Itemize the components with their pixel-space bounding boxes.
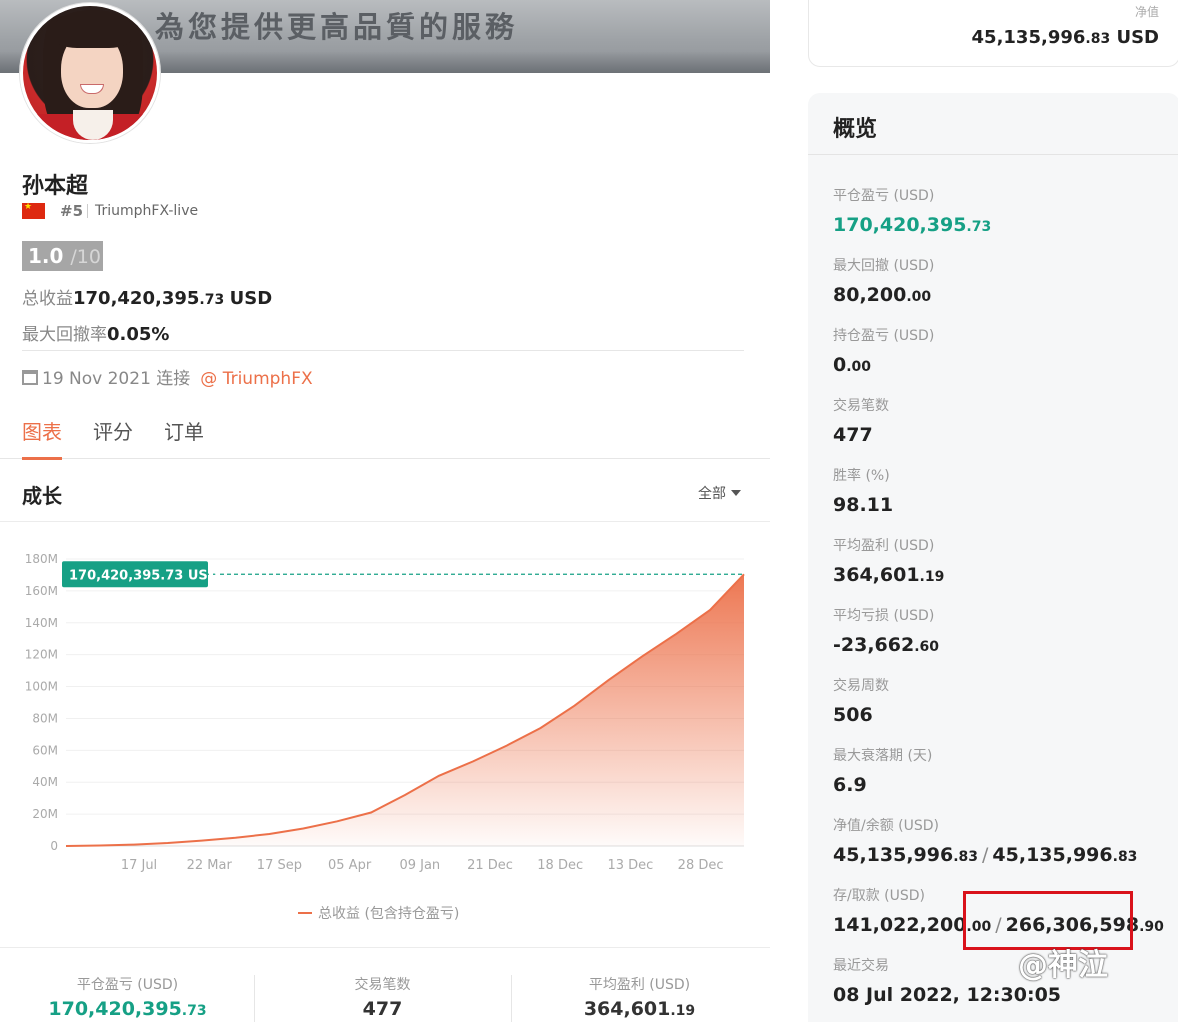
summary-closed-pnl: 平仓盈亏 (USD) 170,420,395.73 — [0, 974, 255, 1020]
x-tick-label: 28 Dec — [678, 858, 724, 873]
tooltip-value: 170,420,395.73 USD — [69, 568, 219, 583]
growth-chart: 0 20M 40M 60M 80M 100M 120M 140M 160M 180M 17 Jul… — [25, 552, 745, 873]
y-tick-label: 20M — [32, 807, 58, 821]
summary-label: 平仓盈亏 (USD) — [76, 977, 179, 993]
rating-badge: 1.0 /10 — [22, 241, 103, 271]
x-tick-label: 18 Dec — [537, 858, 583, 873]
profile-tabs: 图表 评分 订单 — [0, 410, 770, 460]
overview-max-decline-days: 最大衰落期 (天) 6.9 — [833, 748, 933, 796]
rating-max: /10 — [70, 246, 101, 268]
overview-avg-profit: 平均盈利 (USD) 364,601.19 — [833, 538, 945, 586]
max-drawdown-value: 0.05% — [107, 324, 170, 345]
chart-legend[interactable]: 总收益 (包含持仓盈亏) — [298, 903, 459, 923]
divider — [0, 521, 770, 522]
tab-orders[interactable]: 订单 — [164, 416, 204, 457]
y-tick-label: 0 — [50, 839, 58, 853]
y-tick-label: 100M — [25, 680, 58, 694]
x-tick-label: 13 Dec — [607, 858, 653, 873]
max-drawdown-label: 最大回撤率 — [22, 325, 107, 345]
summary-avg-profit: 平均盈利 (USD) 364,601.19 — [512, 974, 767, 1020]
tab-rating[interactable]: 评分 — [93, 416, 133, 457]
overview-closed-pnl: 平仓盈亏 (USD) 170,420,395.73 — [833, 188, 992, 236]
overview-equity-balance: 净值/余额 (USD) 45,135,996.83/45,135,996.83 — [833, 818, 1138, 866]
china-flag-icon: ★ — [22, 202, 45, 219]
x-tick-label: 05 Apr — [328, 858, 372, 873]
equity-card: 净值 45,135,996.83 USD — [808, 0, 1178, 67]
current-value-tooltip: 170,420,395.73 USD — [62, 561, 219, 588]
trader-rank: #5 — [60, 202, 84, 220]
y-tick-label: 120M — [25, 648, 58, 662]
total-profit-unit: USD — [229, 288, 273, 309]
range-dropdown[interactable]: 全部 — [698, 483, 741, 503]
total-profit-cents: .73 — [199, 292, 225, 308]
summary-value: 477 — [362, 998, 403, 1020]
y-tick-label: 40M — [32, 775, 58, 789]
growth-title: 成长 — [22, 484, 62, 508]
summary-label: 交易笔数 — [354, 977, 411, 993]
rank-divider — [87, 204, 88, 218]
summary-value: 170,420,395.73 — [48, 998, 207, 1020]
caret-down-icon — [731, 490, 741, 496]
summary-value: 364,601.19 — [583, 998, 696, 1020]
overview-open-pnl: 持仓盈亏 (USD) 0.00 — [833, 328, 935, 376]
overview-trading-weeks: 交易周数 506 — [833, 678, 889, 726]
summary-label: 平均盈利 (USD) — [588, 977, 691, 993]
equity-card-label: 净值 — [1134, 5, 1159, 19]
tab-chart[interactable]: 图表 — [22, 416, 62, 460]
chart-x-axis: 17 Jul 22 Mar 17 Sep 05 Apr 09 Jan 21 Dec 18 D… — [121, 858, 724, 873]
y-tick-label: 140M — [25, 616, 58, 630]
max-drawdown-rate: 最大回撤率0.05% — [22, 320, 169, 345]
chart-y-axis: 0 20M 40M 60M 80M 100M 120M 140M 160M 180M — [25, 552, 58, 853]
overview-max-drawdown: 最大回撤 (USD) 80,200.00 — [833, 258, 935, 306]
summary-trade-count: 交易笔数 477 — [255, 974, 510, 1020]
legend-label: 总收益 (包含持仓盈亏) — [318, 906, 460, 922]
trader-profile-panel: 為您提供更高品質的服務 孙本超 ★ #5 TriumphFX-live 1.0 … — [0, 0, 770, 1022]
trader-name: 孙本超 — [22, 174, 89, 199]
overview-title: 概览 — [833, 117, 878, 142]
broker-link[interactable]: @ TriumphFX — [200, 369, 312, 389]
y-tick-label: 60M — [32, 743, 58, 757]
connected-date: 19 Nov 2021 连接 — [42, 369, 191, 389]
x-tick-label: 09 Jan — [399, 858, 440, 873]
total-profit: 总收益170,420,395.73 USD — [22, 284, 272, 309]
divider — [808, 154, 1178, 155]
x-tick-label: 21 Dec — [467, 858, 513, 873]
overview-trade-count: 交易笔数 477 — [833, 398, 889, 446]
overview-win-rate: 胜率 (%) 98.11 — [833, 468, 894, 516]
range-value: 全部 — [698, 486, 726, 502]
overview-avg-loss: 平均亏损 (USD) -23,662.60 — [833, 608, 940, 656]
connected-since: 19 Nov 2021 连接 @ TriumphFX — [22, 364, 313, 389]
divider — [0, 947, 770, 948]
x-tick-label: 22 Mar — [187, 858, 233, 873]
y-tick-label: 160M — [25, 584, 58, 598]
y-tick-label: 180M — [25, 552, 58, 566]
banner-slogan: 為您提供更高品質的服務 — [155, 10, 519, 44]
x-tick-label: 17 Jul — [121, 858, 157, 873]
divider — [22, 350, 744, 351]
broker-account: TriumphFX-live — [95, 203, 199, 219]
overview-panel: 概览 平仓盈亏 (USD) 170,420,395.73 最大回撤 (USD) … — [808, 93, 1178, 1022]
weibo-watermark: @神泣 — [1018, 948, 1108, 983]
total-profit-label: 总收益 — [22, 289, 73, 309]
growth-area — [66, 574, 744, 846]
rating-score: 1.0 — [28, 244, 64, 268]
legend-swatch — [298, 912, 312, 914]
y-tick-label: 80M — [32, 711, 58, 725]
equity-card-value: 45,135,996.83 USD — [971, 27, 1159, 48]
x-tick-label: 17 Sep — [257, 858, 302, 873]
avatar — [20, 3, 160, 143]
calendar-icon — [22, 370, 38, 385]
total-profit-value: 170,420,395 — [73, 288, 200, 309]
